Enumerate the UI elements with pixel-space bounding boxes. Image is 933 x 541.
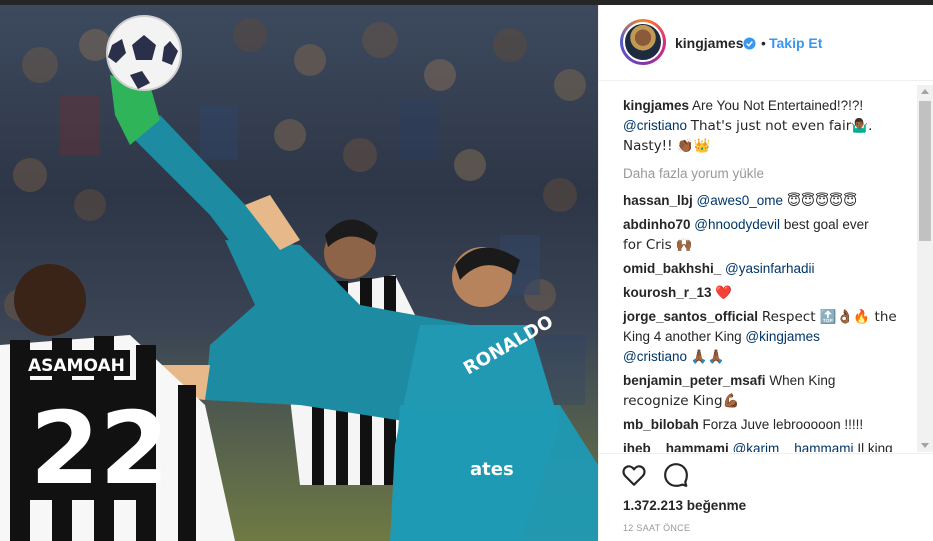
caption-text-2: That's just not even fair🤷🏾‍♂️. (690, 118, 873, 134)
caption-text: Are You Not Entertained!?!?! (692, 98, 864, 113)
comment-username[interactable]: omid_bakhshi_ (623, 261, 721, 276)
comment-text-3: 🙏🏾🙏🏾 (690, 349, 725, 365)
jersey-name-text: ASAMOAH (28, 356, 125, 376)
real-teammate: ates (390, 405, 598, 541)
comments-list[interactable]: kingjames Are You Not Entertained!?!?! @… (599, 82, 921, 452)
comment-bubble-icon[interactable] (663, 462, 689, 488)
comment-mention[interactable]: @karim__hammami (733, 441, 854, 452)
caption-username[interactable]: kingjames (623, 98, 689, 113)
list-item: iheb__hammami @karim__hammami Il king (623, 439, 921, 452)
list-item: abdinho70 @hnoodydevil best goal ever fo… (623, 215, 921, 255)
list-item: omid_bakhshi_ @yasinfarhadii (623, 259, 921, 279)
header-separator: • (761, 35, 766, 51)
comment-mention-2[interactable]: @cristiano (623, 349, 687, 364)
list-item: jorge_santos_official Respect 🔝👌🏾🔥 the K… (623, 307, 921, 367)
scroll-thumb[interactable] (919, 101, 931, 241)
list-item: kourosh_r_13 ❤️ (623, 283, 921, 303)
comment-mention[interactable]: @hnoodydevil (694, 217, 780, 232)
comment-text: 😇😇😇😇😇 (786, 193, 858, 209)
comment-username[interactable]: hassan_lbj (623, 193, 693, 208)
jersey-number-text: 22 (30, 390, 169, 507)
football-icon (106, 15, 182, 91)
comment-text: Respect 🔝👌🏾🔥 the (761, 309, 897, 325)
caption-mention[interactable]: @cristiano (623, 118, 687, 133)
like-count[interactable]: 1.372.213 beğenme (623, 498, 746, 513)
post-actions: 1.372.213 beğenme 12 SAAT ÖNCE (599, 453, 933, 541)
comment-text-2: King 4 another King (623, 329, 742, 344)
header-username[interactable]: kingjames (675, 35, 743, 51)
comment-username[interactable]: mb_bilobah (623, 417, 699, 432)
follow-button[interactable]: Takip Et (769, 35, 822, 51)
verified-badge-icon (743, 37, 756, 50)
bicycle-kick-illustration: RONALDO ates ASAMOAH 22 (0, 15, 598, 541)
post-header: kingjames • Takip Et (599, 5, 933, 81)
comments-scrollbar[interactable] (917, 85, 933, 452)
post-timestamp: 12 SAAT ÖNCE (623, 523, 691, 533)
comment-mention[interactable]: @awes0_ome (697, 193, 784, 208)
comment-text: Forza Juve lebrooooon !!!!! (702, 417, 864, 432)
list-item: benjamin_peter_msafi When King recognize… (623, 371, 921, 411)
load-more-comments-link[interactable]: Daha fazla yorum yükle (623, 164, 921, 184)
comment-mention[interactable]: @kingjames (745, 329, 819, 344)
scroll-down-arrow-icon[interactable] (921, 443, 929, 448)
asamoah-player: ASAMOAH 22 (0, 264, 235, 541)
caption: kingjames Are You Not Entertained!?!?! @… (623, 96, 921, 156)
caption-text-3: Nasty!! 👏🏾👑 (623, 138, 711, 154)
svg-text:ates: ates (470, 459, 514, 480)
heart-icon[interactable] (621, 462, 647, 488)
comment-text: Il king (857, 441, 893, 452)
list-item: mb_bilobah Forza Juve lebrooooon !!!!! (623, 415, 921, 435)
list-item: hassan_lbj @awes0_ome 😇😇😇😇😇 (623, 191, 921, 211)
avatar[interactable] (620, 19, 666, 65)
comment-text-2: for Cris 🙌🏾 (623, 237, 693, 253)
comment-mention[interactable]: @yasinfarhadii (725, 261, 815, 276)
comment-username[interactable]: kourosh_r_13 (623, 285, 712, 300)
comment-username[interactable]: benjamin_peter_msafi (623, 373, 766, 388)
scroll-up-arrow-icon[interactable] (921, 89, 929, 94)
post-photo[interactable]: RONALDO ates ASAMOAH 22 (0, 5, 598, 541)
comment-username[interactable]: abdinho70 (623, 217, 691, 232)
post-detail-panel: kingjames • Takip Et kingjames Are You N… (598, 5, 933, 541)
comment-username[interactable]: iheb__hammami (623, 441, 729, 452)
heart-emoji: ❤️ (715, 285, 733, 301)
avatar-image (623, 22, 663, 62)
comment-username[interactable]: jorge_santos_official (623, 309, 758, 324)
comment-text-2: recognize King💪🏾 (623, 393, 740, 409)
comment-text: best goal ever (783, 217, 869, 232)
comment-text: When King (769, 373, 836, 388)
